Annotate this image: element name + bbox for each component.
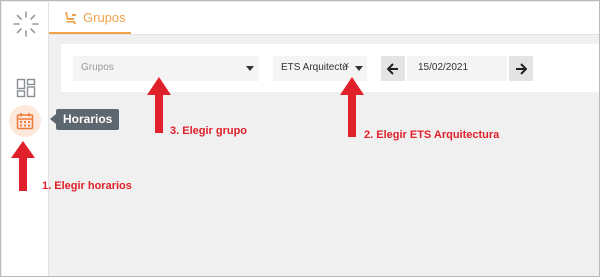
calendar-icon	[16, 113, 34, 130]
tab-grupos-label: Grupos	[83, 10, 126, 25]
app-window: Grupos Horarios Grupos ETS Arquitectu × …	[0, 0, 600, 277]
chevron-down-icon	[355, 66, 363, 71]
annotation-arrow-3	[147, 77, 171, 133]
grupos-placeholder: Grupos	[81, 62, 114, 73]
horarios-tooltip: Horarios	[49, 109, 120, 130]
date-input[interactable]: 15/02/2021	[407, 56, 507, 81]
chevron-down-icon	[246, 66, 254, 71]
next-date-button[interactable]	[509, 56, 533, 81]
seat-icon	[65, 12, 76, 24]
previous-date-button[interactable]	[381, 56, 405, 81]
arrow-right-icon	[516, 63, 527, 75]
horarios-button[interactable]	[9, 105, 41, 137]
annotation-arrow-2	[340, 77, 364, 137]
dashboard-icon[interactable]	[16, 78, 36, 98]
arrow-left-icon	[387, 63, 398, 75]
annotation-step-3: 3. Elegir grupo	[170, 125, 248, 137]
annotation-arrow-1	[11, 141, 35, 191]
filter-panel: Grupos ETS Arquitectu × 15/02/2021	[61, 44, 599, 92]
centro-value: ETS Arquitectu	[281, 62, 348, 73]
clear-icon[interactable]: ×	[343, 60, 349, 72]
sidebar	[2, 2, 49, 276]
loading-spinner-icon	[13, 11, 39, 37]
top-header: Grupos	[49, 2, 599, 35]
annotation-step-1: 1. Elegir horarios	[42, 180, 132, 192]
annotation-step-2: 2. Elegir ETS Arquitectura	[364, 129, 500, 141]
date-value: 15/02/2021	[418, 62, 469, 73]
tab-grupos[interactable]: Grupos	[49, 2, 131, 34]
